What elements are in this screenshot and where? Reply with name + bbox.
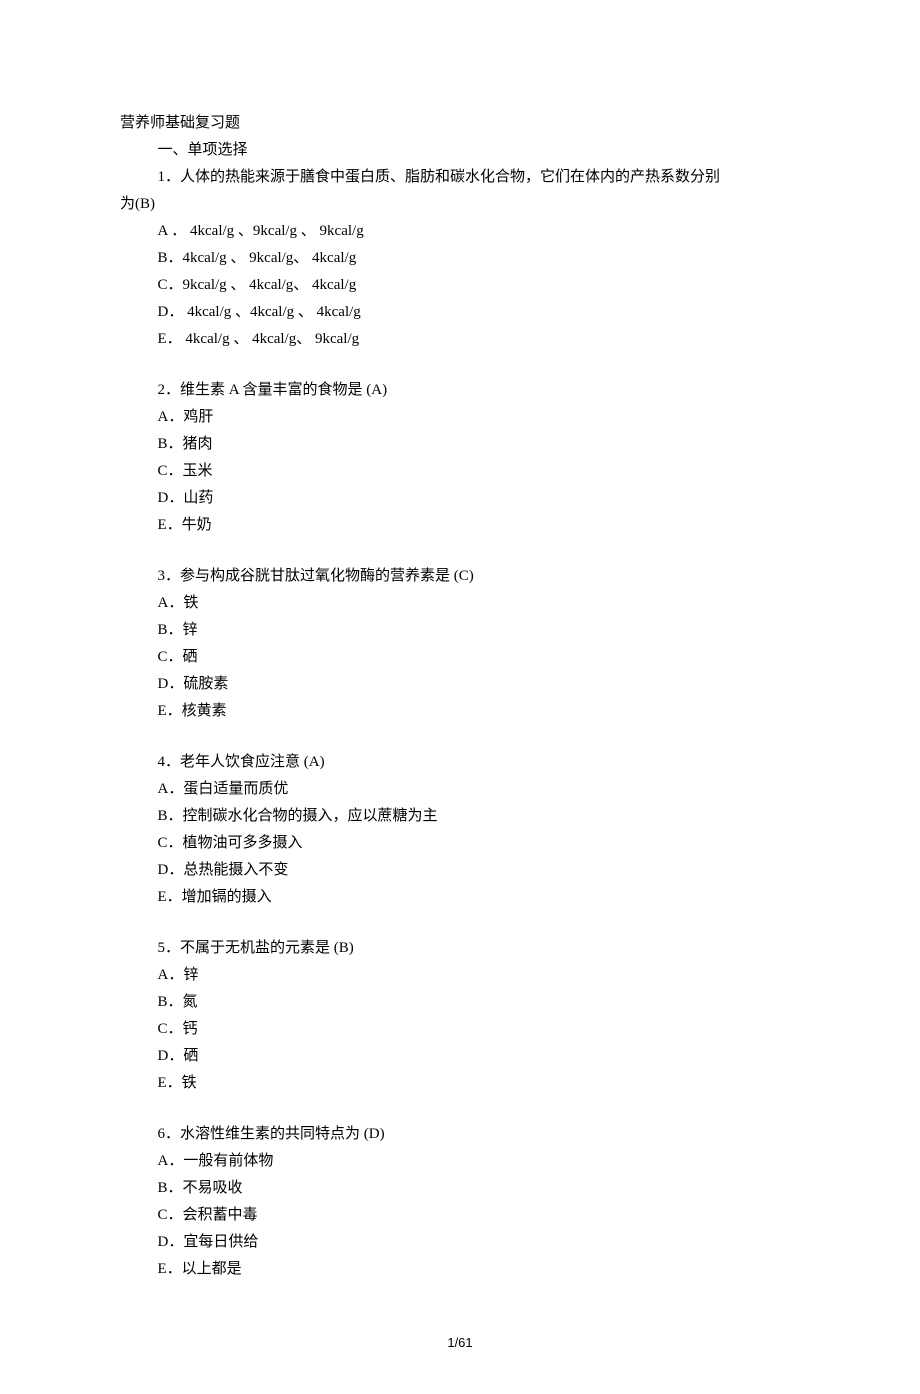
q2-option-a: A．鸡肝 [120, 404, 800, 431]
section-heading: 一、单项选择 [120, 137, 800, 164]
q6-stem: 6．水溶性维生素的共同特点为 (D) [120, 1121, 800, 1148]
spacer [120, 353, 800, 377]
q4-option-e: E．增加镉的摄入 [120, 884, 800, 911]
q6-option-c: C．会积蓄中毒 [120, 1202, 800, 1229]
q2-option-c: C．玉米 [120, 458, 800, 485]
q6-option-d: D．宜每日供给 [120, 1229, 800, 1256]
q5-option-e: E．铁 [120, 1070, 800, 1097]
q1-stem-line1: 1．人体的热能来源于膳食中蛋白质、脂肪和碳水化合物，它们在体内的产热系数分别 [120, 164, 800, 191]
document-title: 营养师基础复习题 [120, 110, 800, 137]
spacer [120, 911, 800, 935]
q3-option-d: D．硫胺素 [120, 671, 800, 698]
spacer [120, 1097, 800, 1121]
q1-option-c: C．9kcal/g 、 4kcal/g、 4kcal/g [120, 272, 800, 299]
q1-option-b: B．4kcal/g 、 9kcal/g、 4kcal/g [120, 245, 800, 272]
q4-stem: 4．老年人饮食应注意 (A) [120, 749, 800, 776]
q2-option-e: E．牛奶 [120, 512, 800, 539]
q2-option-b: B．猪肉 [120, 431, 800, 458]
q4-option-d: D．总热能摄入不变 [120, 857, 800, 884]
q3-option-e: E．核黄素 [120, 698, 800, 725]
q6-option-b: B．不易吸收 [120, 1175, 800, 1202]
q2-stem: 2．维生素 A 含量丰富的食物是 (A) [120, 377, 800, 404]
spacer [120, 725, 800, 749]
q5-option-b: B．氮 [120, 989, 800, 1016]
q5-option-a: A．锌 [120, 962, 800, 989]
q3-option-a: A．铁 [120, 590, 800, 617]
q6-option-a: A．一般有前体物 [120, 1148, 800, 1175]
q3-option-c: C．硒 [120, 644, 800, 671]
q1-stem-line2: 为(B) [120, 191, 800, 218]
page: 营养师基础复习题 一、单项选择 1．人体的热能来源于膳食中蛋白质、脂肪和碳水化合… [0, 0, 920, 1394]
q4-option-c: C．植物油可多多摄入 [120, 830, 800, 857]
q1-option-a: A ． 4kcal/g 、9kcal/g 、 9kcal/g [120, 218, 800, 245]
q5-stem: 5．不属于无机盐的元素是 (B) [120, 935, 800, 962]
q5-option-c: C．钙 [120, 1016, 800, 1043]
q1-option-d: D． 4kcal/g 、4kcal/g 、 4kcal/g [120, 299, 800, 326]
q2-option-d: D．山药 [120, 485, 800, 512]
q4-option-a: A．蛋白适量而质优 [120, 776, 800, 803]
page-number: 1/61 [120, 1331, 800, 1354]
q5-option-d: D．硒 [120, 1043, 800, 1070]
spacer [120, 539, 800, 563]
q4-option-b: B．控制碳水化合物的摄入，应以蔗糖为主 [120, 803, 800, 830]
q3-stem: 3．参与构成谷胱甘肽过氧化物酶的营养素是 (C) [120, 563, 800, 590]
q1-option-e: E． 4kcal/g 、 4kcal/g、 9kcal/g [120, 326, 800, 353]
q6-option-e: E．以上都是 [120, 1256, 800, 1283]
q3-option-b: B．锌 [120, 617, 800, 644]
